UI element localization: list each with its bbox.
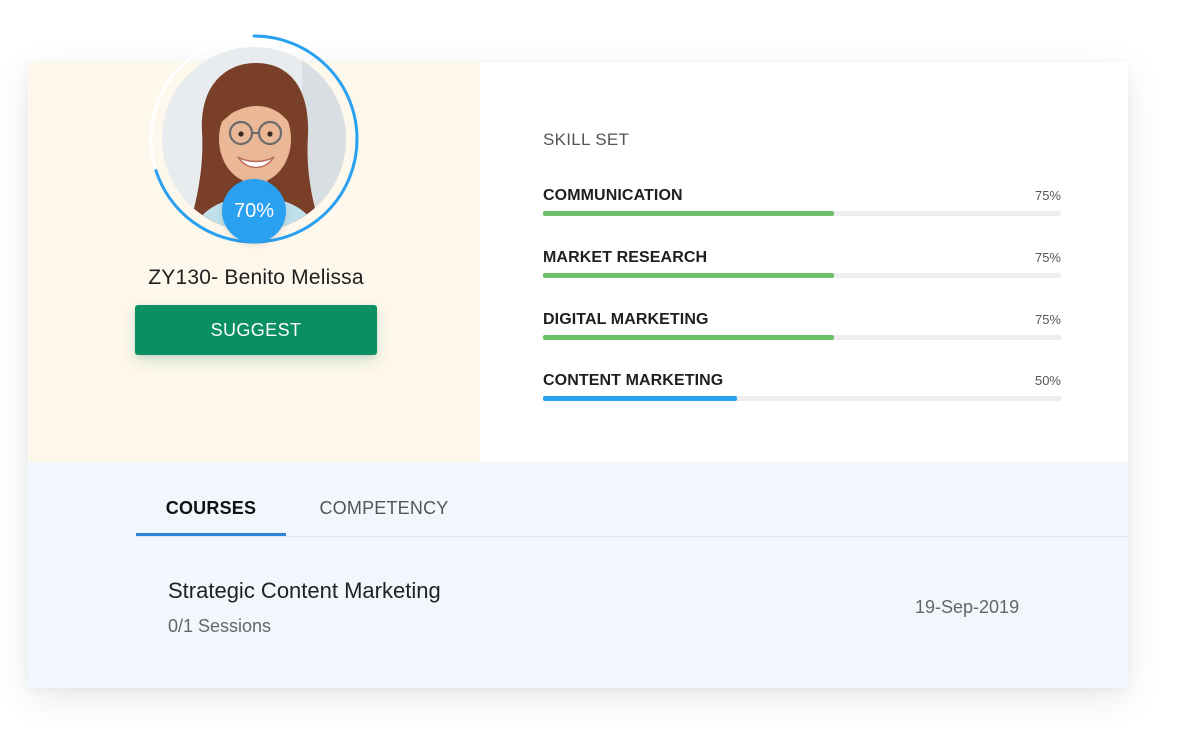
course-title[interactable]: Strategic Content Marketing: [168, 578, 441, 604]
employee-name: ZY130- Benito Melissa: [148, 266, 364, 289]
course-date: 19-Sep-2019: [915, 597, 1020, 617]
skill-percent: 75%: [1034, 250, 1061, 265]
skill-progress-track: [543, 396, 1061, 401]
skill-row-content-marketing: CONTENT MARKETING 50%: [543, 372, 1061, 412]
skill-row-communication: COMMUNICATION 75%: [543, 187, 1061, 227]
skill-progress-fill: [543, 211, 835, 216]
skill-progress-fill: [543, 396, 738, 401]
skill-name: COMMUNICATION: [543, 187, 683, 204]
skill-percent: 50%: [1034, 373, 1061, 388]
skill-progress-track: [543, 273, 1061, 278]
skill-row-digital-marketing: DIGITAL MARKETING 75%: [543, 311, 1061, 351]
tab-competency[interactable]: COMPETENCY: [298, 496, 470, 536]
tab-divider: [136, 536, 1128, 537]
skill-percent: 75%: [1034, 312, 1061, 327]
skill-progress-track: [543, 211, 1061, 216]
score-badge: 70%: [222, 179, 286, 243]
skill-progress-fill: [543, 335, 835, 340]
skill-set-title: SKILL SET: [543, 130, 630, 149]
avatar-progress: 70%: [148, 33, 360, 245]
skill-name: DIGITAL MARKETING: [543, 311, 709, 328]
skill-progress-fill: [543, 273, 835, 278]
tab-courses[interactable]: COURSES: [136, 496, 286, 536]
skill-name: CONTENT MARKETING: [543, 372, 724, 389]
skill-progress-track: [543, 335, 1061, 340]
skill-row-market-research: MARKET RESEARCH 75%: [543, 249, 1061, 289]
skill-name: MARKET RESEARCH: [543, 249, 708, 266]
suggest-button[interactable]: SUGGEST: [135, 305, 377, 355]
skill-percent: 75%: [1034, 188, 1061, 203]
course-sessions: 0/1 Sessions: [168, 616, 272, 636]
